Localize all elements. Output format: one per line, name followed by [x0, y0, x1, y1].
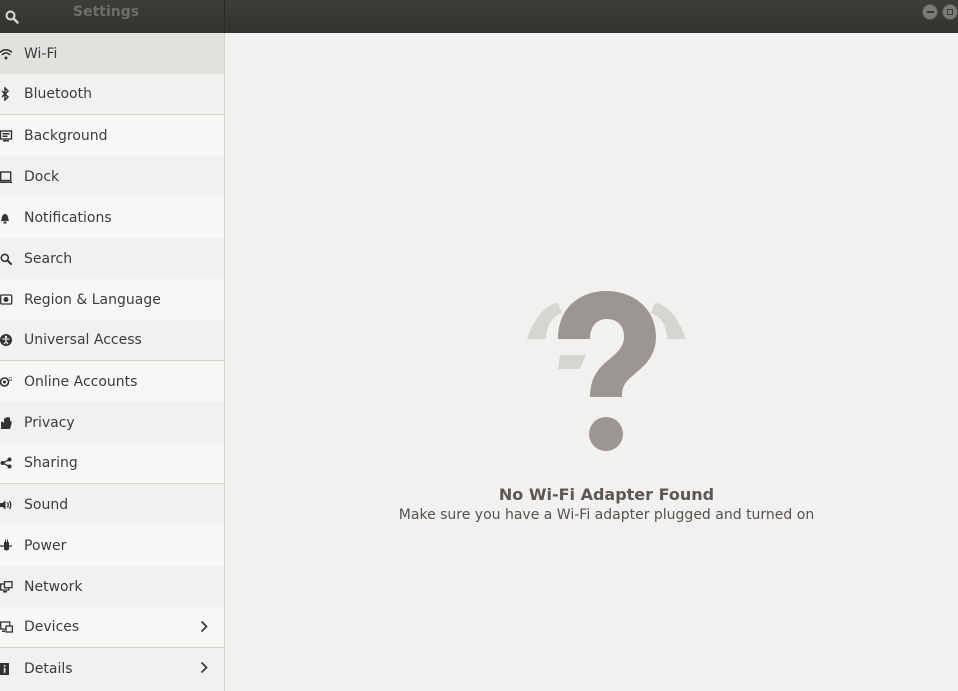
sidebar-item-label: Wi-Fi: [24, 45, 58, 62]
sidebar-item-wifi[interactable]: Wi-Fi: [0, 33, 224, 74]
header-bar: Settings: [0, 0, 958, 34]
sidebar-item-online-accounts[interactable]: G Online Accounts: [0, 361, 224, 402]
no-wifi-question-icon: [527, 291, 686, 451]
sidebar-item-sound[interactable]: Sound: [0, 484, 224, 525]
sidebar-item-bluetooth[interactable]: Bluetooth: [0, 74, 224, 115]
bluetooth-icon: [0, 86, 14, 102]
sidebar-item-label: Dock: [24, 168, 60, 185]
power-icon: [0, 538, 14, 554]
chevron-right-icon: [200, 620, 208, 633]
region-icon: [0, 292, 14, 308]
window-controls: [922, 4, 958, 20]
sidebar-item-label: Background: [24, 127, 108, 144]
info-icon: [0, 661, 14, 677]
sidebar-item-power[interactable]: Power: [0, 525, 224, 566]
empty-state-subtitle: Make sure you have a Wi-Fi adapter plugg…: [398, 507, 815, 523]
search-icon: [5, 10, 19, 24]
main-panel: No Wi-Fi Adapter Found Make sure you hav…: [225, 33, 958, 691]
network-icon: [0, 579, 14, 595]
minimize-button[interactable]: [922, 4, 938, 20]
sidebar-item-dock[interactable]: Dock: [0, 156, 224, 197]
minimize-icon: [926, 11, 934, 13]
sidebar-item-label: Universal Access: [24, 332, 142, 348]
sidebar-item-sharing[interactable]: Sharing: [0, 443, 224, 484]
window-title: Settings: [73, 4, 140, 20]
sidebar-item-devices[interactable]: Devices: [0, 607, 224, 648]
speaker-icon: [0, 497, 14, 513]
sidebar-item-label: Sharing: [24, 455, 78, 471]
sidebar-item-region-language[interactable]: Region & Language: [0, 279, 224, 320]
sidebar-item-label: Network: [24, 578, 83, 595]
privacy-hand-icon: [0, 415, 14, 431]
online-accounts-icon: G: [0, 374, 14, 390]
header-separator: [224, 0, 225, 33]
sidebar-item-label: Power: [24, 537, 67, 554]
sidebar-item-label: Details: [24, 660, 73, 677]
background-icon: [0, 128, 14, 144]
wifi-icon: [0, 46, 14, 62]
sidebar-item-privacy[interactable]: Privacy: [0, 402, 224, 443]
sidebar-item-label: Search: [24, 250, 73, 267]
sidebar-item-notifications[interactable]: Notifications: [0, 197, 224, 238]
maximize-button[interactable]: [942, 4, 958, 20]
sidebar-item-network[interactable]: Network: [0, 566, 224, 607]
share-icon: [0, 455, 14, 471]
sidebar: Wi-Fi Bluetooth Background Dock Notifica…: [0, 33, 225, 691]
sidebar-item-label: Devices: [24, 619, 80, 635]
accessibility-icon: [0, 332, 14, 348]
sidebar-item-label: Bluetooth: [24, 86, 92, 102]
sidebar-item-search[interactable]: Search: [0, 238, 224, 279]
sidebar-item-label: Notifications: [24, 209, 112, 226]
empty-state-title: No Wi-Fi Adapter Found: [498, 485, 715, 504]
svg-text:G: G: [9, 377, 13, 383]
dock-icon: [0, 169, 14, 185]
sidebar-item-label: Region & Language: [24, 291, 161, 308]
search-icon: [0, 251, 14, 267]
sidebar-item-details[interactable]: Details: [0, 648, 224, 689]
sidebar-item-label: Privacy: [24, 414, 75, 431]
chevron-right-icon: [200, 661, 208, 674]
bell-icon: [0, 210, 14, 226]
sidebar-item-universal-access[interactable]: Universal Access: [0, 320, 224, 361]
sidebar-item-background[interactable]: Background: [0, 115, 224, 156]
devices-icon: [0, 619, 14, 635]
maximize-icon: [947, 9, 953, 15]
sidebar-item-label: Online Accounts: [24, 373, 138, 390]
search-button[interactable]: [0, 0, 24, 33]
sidebar-item-label: Sound: [24, 496, 69, 513]
